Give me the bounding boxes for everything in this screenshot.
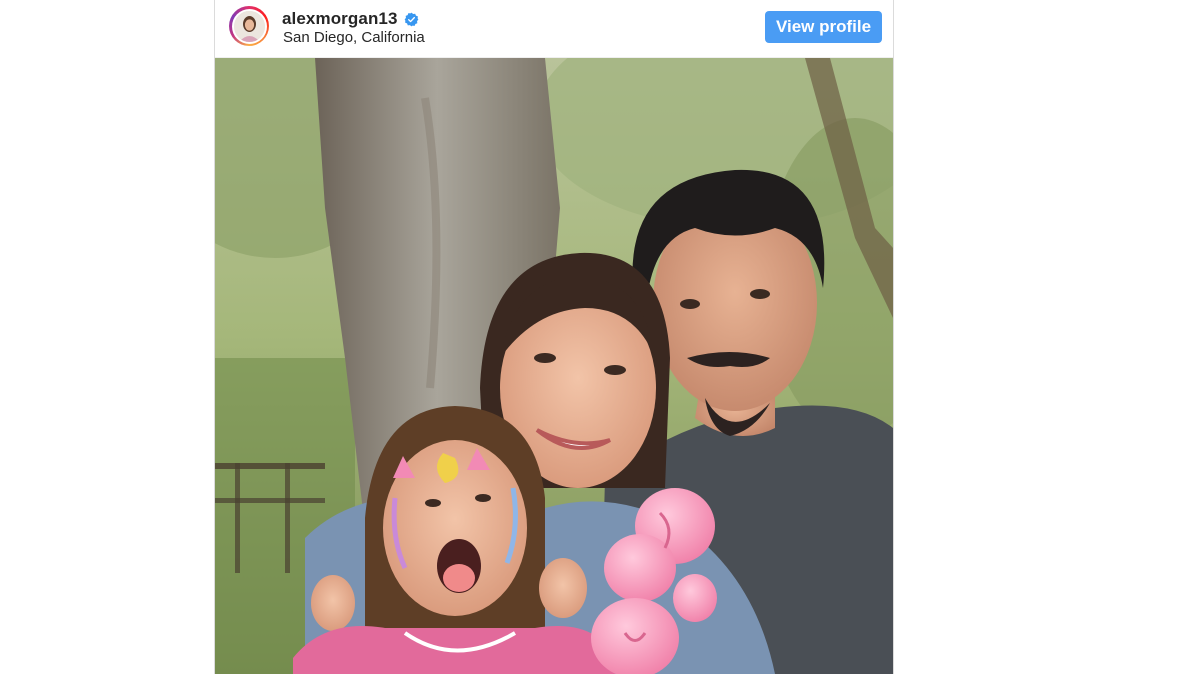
username[interactable]: alexmorgan13	[282, 9, 398, 29]
username-row: alexmorgan13	[282, 9, 419, 29]
avatar-inner	[231, 8, 267, 44]
view-profile-button[interactable]: View profile	[765, 11, 882, 43]
avatar[interactable]	[229, 6, 269, 46]
verified-badge-icon	[404, 12, 419, 27]
post-header: alexmorgan13 San Diego, California View …	[215, 0, 893, 58]
post-location[interactable]: San Diego, California	[283, 29, 425, 46]
post-photo[interactable]	[215, 58, 893, 674]
instagram-embed-card: alexmorgan13 San Diego, California View …	[214, 0, 894, 674]
avatar-image	[233, 10, 265, 42]
